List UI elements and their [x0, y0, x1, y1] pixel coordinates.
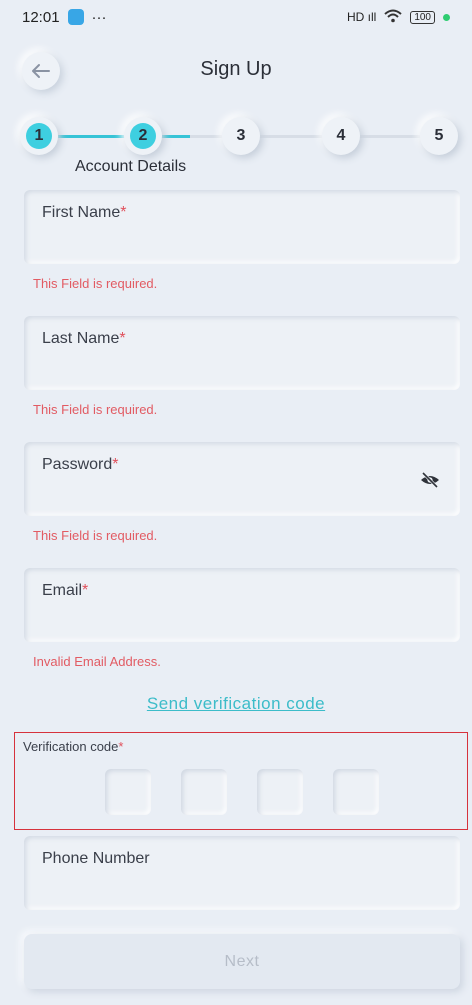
required-mark: * — [112, 456, 119, 473]
code-digit-3[interactable] — [257, 769, 303, 815]
password-error: This Field is required. — [33, 528, 158, 543]
last-name-label-text: Last Name — [42, 330, 120, 347]
header: Sign Up — [0, 46, 472, 94]
step-3-number: 3 — [236, 127, 246, 144]
email-label: Email* — [42, 582, 88, 600]
eye-slash-icon[interactable] — [420, 471, 440, 493]
password-label: Password* — [42, 456, 118, 474]
code-digit-1[interactable] — [105, 769, 151, 815]
step-4-number: 4 — [336, 127, 346, 144]
email-error: Invalid Email Address. — [33, 654, 161, 669]
email-label-text: Email — [42, 582, 83, 599]
status-bar: 12:01 ··· HD ıll 100 — [0, 0, 472, 34]
last-name-label: Last Name* — [42, 330, 126, 348]
step-1-number: 1 — [26, 123, 52, 149]
wifi-icon — [384, 9, 402, 26]
first-name-label-text: First Name — [42, 204, 121, 221]
step-connector-3-4 — [258, 135, 330, 138]
step-5[interactable]: 5 — [420, 117, 458, 155]
required-mark: * — [120, 204, 127, 221]
step-caption: Account Details — [75, 158, 187, 175]
last-name-error: This Field is required. — [33, 402, 158, 417]
indicator-dot — [443, 13, 450, 21]
first-name-label: First Name* — [42, 204, 126, 222]
step-connector-1-2 — [58, 135, 130, 138]
app-notification-icon — [67, 9, 84, 25]
code-digit-4[interactable] — [333, 769, 379, 815]
step-connector-2-3 — [190, 135, 226, 138]
verification-code-section: Verification code* — [14, 732, 468, 830]
email-field[interactable]: Email* — [24, 568, 460, 642]
verification-label-text: Verification code — [23, 739, 119, 754]
status-right: HD ıll 100 — [347, 9, 450, 26]
more-notifications-icon: ··· — [91, 8, 107, 26]
clock: 12:01 — [22, 8, 60, 26]
step-3[interactable]: 3 — [222, 117, 260, 155]
signal-icon: HD ıll — [346, 10, 377, 24]
first-name-field[interactable]: First Name* — [24, 190, 460, 264]
verification-code-label: Verification code* — [23, 739, 123, 754]
required-mark: * — [119, 330, 126, 347]
step-1[interactable]: 1 — [20, 117, 58, 155]
step-4[interactable]: 4 — [322, 117, 360, 155]
step-5-number: 5 — [434, 127, 444, 144]
password-label-text: Password — [42, 456, 113, 473]
first-name-error: This Field is required. — [33, 276, 158, 291]
progress-stepper: 1 2 3 4 5 Account Details — [0, 113, 472, 183]
code-digit-2[interactable] — [181, 769, 227, 815]
required-mark: * — [118, 739, 124, 754]
page-title: Sign Up — [200, 58, 272, 80]
status-left: 12:01 ··· — [22, 9, 107, 26]
battery-icon: 100 — [410, 10, 435, 24]
send-verification-code-link[interactable]: Send verification code — [0, 694, 472, 714]
step-connector-2-3-progress — [160, 135, 190, 138]
password-field[interactable]: Password* — [24, 442, 460, 516]
required-mark: * — [82, 582, 89, 599]
last-name-field[interactable]: Last Name* — [24, 316, 460, 390]
phone-number-label: Phone Number — [42, 850, 150, 867]
phone-number-field[interactable]: Phone Number — [24, 836, 460, 910]
next-button[interactable]: Next — [24, 934, 460, 989]
step-2[interactable]: 2 — [124, 117, 162, 155]
step-2-number: 2 — [130, 123, 156, 149]
